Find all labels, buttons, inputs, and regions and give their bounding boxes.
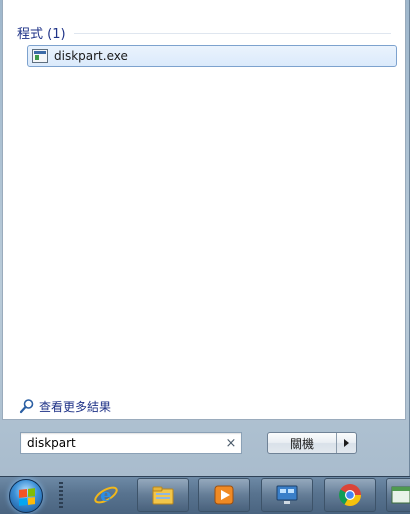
group-divider bbox=[73, 32, 391, 34]
taskbar-grip[interactable] bbox=[59, 482, 63, 508]
taskbar-media-player[interactable] bbox=[198, 478, 250, 512]
clear-search-icon[interactable]: × bbox=[221, 433, 241, 453]
file-explorer-icon bbox=[152, 486, 174, 505]
result-item-diskpart[interactable]: diskpart.exe bbox=[27, 45, 397, 67]
taskbar-chrome[interactable] bbox=[324, 478, 376, 512]
svg-text:e: e bbox=[100, 485, 111, 506]
group-title: 程式 (1) bbox=[17, 26, 66, 42]
see-more-results-label: 查看更多結果 bbox=[39, 399, 112, 414]
taskbar-remote-desktop[interactable] bbox=[261, 478, 313, 512]
internet-explorer-icon: e bbox=[94, 485, 118, 506]
search-results-pane: 程式 (1) diskpart.exe 查看更多結果 bbox=[2, 0, 406, 420]
start-orb-icon bbox=[9, 479, 43, 513]
results-group-header: 程式 (1) bbox=[17, 22, 391, 42]
window-app-icon bbox=[391, 486, 410, 504]
search-icon bbox=[19, 399, 34, 414]
shutdown-split-button: 關機 bbox=[267, 432, 357, 454]
application-window-icon bbox=[32, 49, 48, 63]
windows-flag-icon bbox=[19, 488, 35, 506]
taskbar-internet-explorer[interactable]: e bbox=[80, 478, 132, 512]
taskbar-file-explorer[interactable] bbox=[137, 478, 189, 512]
shutdown-button[interactable]: 關機 bbox=[268, 433, 336, 453]
see-more-results-link[interactable]: 查看更多結果 bbox=[19, 397, 111, 415]
chrome-icon bbox=[339, 484, 361, 506]
result-item-label: diskpart.exe bbox=[54, 49, 128, 63]
chevron-right-icon bbox=[344, 439, 349, 447]
taskbar-window-app[interactable] bbox=[386, 478, 410, 512]
search-input[interactable] bbox=[21, 433, 221, 453]
remote-desktop-icon bbox=[276, 485, 298, 504]
media-player-icon bbox=[214, 485, 234, 505]
shutdown-options-button[interactable] bbox=[336, 433, 356, 453]
start-menu: 程式 (1) diskpart.exe 查看更多結果 × 關機 bbox=[0, 0, 410, 476]
search-box: × bbox=[20, 432, 242, 454]
start-button[interactable] bbox=[6, 478, 46, 514]
